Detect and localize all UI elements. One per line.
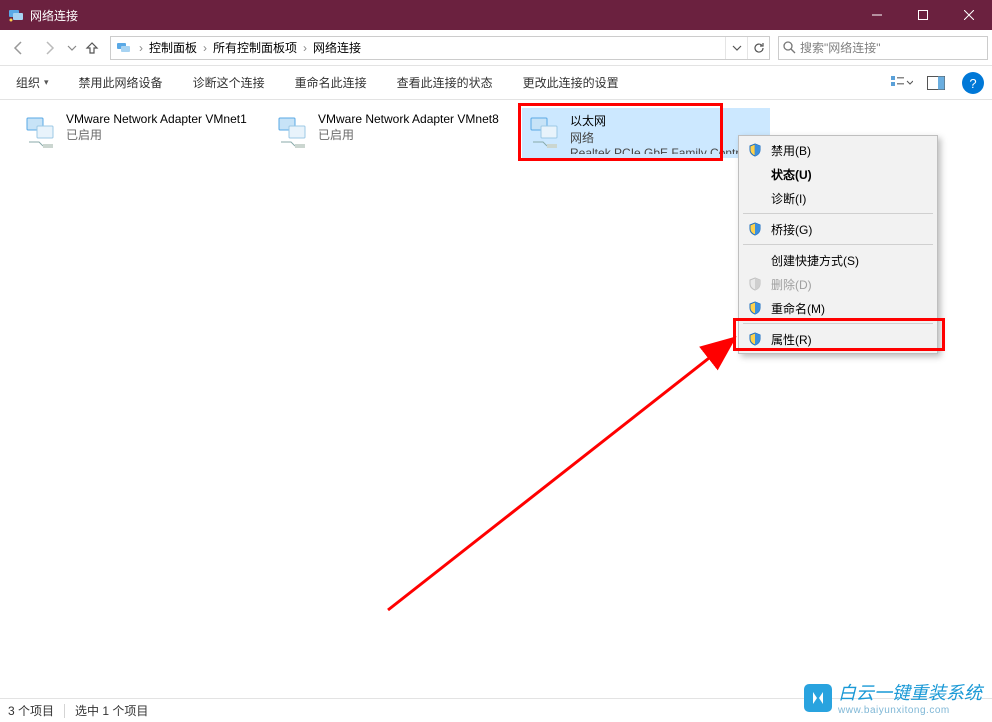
ctx-separator (743, 213, 933, 214)
crumb-mid[interactable]: 所有控制面板项 (209, 39, 301, 56)
app-icon (8, 7, 24, 23)
cmd-view-status[interactable]: 查看此连接的状态 (391, 70, 499, 95)
status-separator (64, 704, 65, 718)
connection-name: VMware Network Adapter VMnet1 (66, 112, 264, 126)
forward-button[interactable] (34, 34, 64, 62)
command-bar: 组织▾ 禁用此网络设备 诊断这个连接 重命名此连接 查看此连接的状态 更改此连接… (0, 66, 992, 100)
breadcrumb-sep-icon: › (137, 41, 145, 55)
navigation-bar: › 控制面板 › 所有控制面板项 › 网络连接 搜索"网络连接" (0, 30, 992, 66)
breadcrumb-sep-icon: › (201, 41, 209, 55)
cmd-diagnose[interactable]: 诊断这个连接 (187, 70, 271, 95)
connection-name: 以太网 (570, 112, 768, 129)
ctx-bridge[interactable]: 桥接(G) (741, 217, 935, 241)
refresh-button[interactable] (747, 37, 769, 59)
cmd-organize[interactable]: 组织▾ (10, 70, 55, 95)
search-icon (783, 41, 796, 54)
ctx-separator (743, 323, 933, 324)
watermark-url: www.baiyunxitong.com (838, 705, 982, 716)
watermark-text: 白云一键重装系统 (838, 683, 982, 703)
back-button[interactable] (4, 34, 34, 62)
search-input[interactable]: 搜索"网络连接" (778, 36, 988, 60)
network-adapter-icon (524, 112, 570, 154)
network-adapter-icon (20, 112, 66, 154)
shield-icon (747, 300, 763, 316)
address-dropdown[interactable] (725, 37, 747, 59)
crumb-root[interactable]: 控制面板 (145, 39, 201, 56)
shield-icon (747, 221, 763, 237)
address-icon (115, 39, 133, 57)
address-bar[interactable]: › 控制面板 › 所有控制面板项 › 网络连接 (110, 36, 770, 60)
help-button[interactable]: ? (962, 72, 984, 94)
ctx-delete: 删除(D) (741, 272, 935, 296)
network-adapter-icon (272, 112, 318, 154)
minimize-button[interactable] (854, 0, 900, 30)
ctx-rename[interactable]: 重命名(M) (741, 296, 935, 320)
breadcrumb-sep-icon: › (301, 41, 309, 55)
ctx-disable[interactable]: 禁用(B) (741, 138, 935, 162)
cmd-change-settings[interactable]: 更改此连接的设置 (517, 70, 625, 95)
search-placeholder: 搜索"网络连接" (800, 39, 881, 56)
recent-dropdown[interactable] (64, 34, 80, 62)
window-title: 网络连接 (30, 7, 78, 24)
status-count: 3 个项目 (8, 702, 54, 719)
ctx-diagnose[interactable]: 诊断(I) (741, 186, 935, 210)
connection-ethernet[interactable]: 以太网 网络 Realtek PCIe GbE Family Controlle… (522, 108, 770, 158)
view-mode-button[interactable] (888, 71, 916, 95)
shield-icon (747, 331, 763, 347)
crumb-leaf[interactable]: 网络连接 (309, 39, 365, 56)
status-selected: 选中 1 个项目 (75, 702, 148, 719)
up-button[interactable] (80, 34, 104, 62)
cmd-disable-device[interactable]: 禁用此网络设备 (73, 70, 169, 95)
shield-icon (747, 276, 763, 292)
connection-name: VMware Network Adapter VMnet8 (318, 112, 516, 126)
connection-vmnet1[interactable]: VMware Network Adapter VMnet1 已启用 (18, 108, 266, 158)
titlebar: 网络连接 (0, 0, 992, 30)
shield-icon (747, 142, 763, 158)
ctx-separator (743, 244, 933, 245)
maximize-button[interactable] (900, 0, 946, 30)
close-button[interactable] (946, 0, 992, 30)
ctx-status[interactable]: 状态(U) (741, 162, 935, 186)
watermark-icon (804, 684, 832, 712)
connection-status: 已启用 (66, 126, 264, 143)
ctx-create-shortcut[interactable]: 创建快捷方式(S) (741, 248, 935, 272)
connection-vmnet8[interactable]: VMware Network Adapter VMnet8 已启用 (270, 108, 518, 158)
cmd-rename[interactable]: 重命名此连接 (289, 70, 373, 95)
ctx-properties[interactable]: 属性(R) (741, 327, 935, 351)
context-menu: 禁用(B) 状态(U) 诊断(I) 桥接(G) 创建快捷方式(S) 删除(D) … (738, 135, 938, 354)
preview-pane-button[interactable] (922, 71, 950, 95)
caret-down-icon: ▾ (44, 77, 49, 88)
watermark: 白云一键重装系统 www.baiyunxitong.com (804, 679, 982, 716)
connection-status: 已启用 (318, 126, 516, 143)
